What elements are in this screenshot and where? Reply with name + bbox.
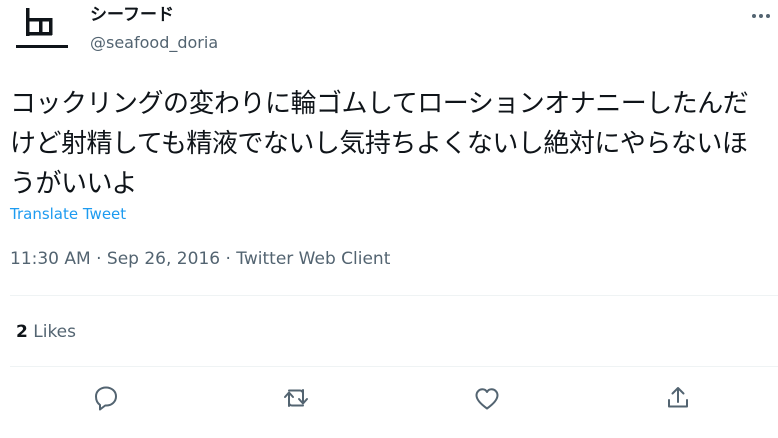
author-name[interactable]: シーフード [90, 4, 174, 26]
avatar[interactable] [12, 4, 70, 54]
divider [10, 366, 778, 367]
tweet-date[interactable]: Sep 26, 2016 [107, 249, 220, 269]
reply-button[interactable] [88, 380, 124, 416]
share-icon [668, 387, 688, 408]
likes-count: 2 [16, 322, 28, 342]
tweet-text: コックリングの変わりに輪ゴムしてローションオナニーしたんだけど射精しても精液でな… [10, 89, 749, 199]
tweet-client[interactable]: Twitter Web Client [236, 249, 390, 269]
translate-tweet-link[interactable]: Translate Tweet [10, 204, 126, 224]
meta-separator: · [220, 249, 237, 269]
share-button[interactable] [660, 380, 696, 416]
more-button[interactable] [744, 2, 778, 30]
retweet-icon [284, 389, 308, 407]
reply-icon [95, 386, 117, 411]
tweet: シーフード @seafood_doria コックリングの変わりに輪ゴムしてローシ… [0, 0, 778, 438]
likes-label: Likes [33, 322, 76, 342]
more-icon [752, 14, 770, 18]
author-handle[interactable]: @seafood_doria [90, 32, 218, 54]
meta-separator: · [90, 249, 107, 269]
tweet-meta: 11:30 AM · Sep 26, 2016 · Twitter Web Cl… [10, 246, 390, 272]
divider [10, 295, 778, 296]
like-button[interactable] [469, 380, 505, 416]
likes-stat[interactable]: 2 Likes [16, 320, 76, 344]
avatar-logo-icon [12, 4, 70, 54]
like-icon [475, 388, 499, 410]
retweet-button[interactable] [278, 380, 314, 416]
tweet-time[interactable]: 11:30 AM [10, 249, 91, 269]
